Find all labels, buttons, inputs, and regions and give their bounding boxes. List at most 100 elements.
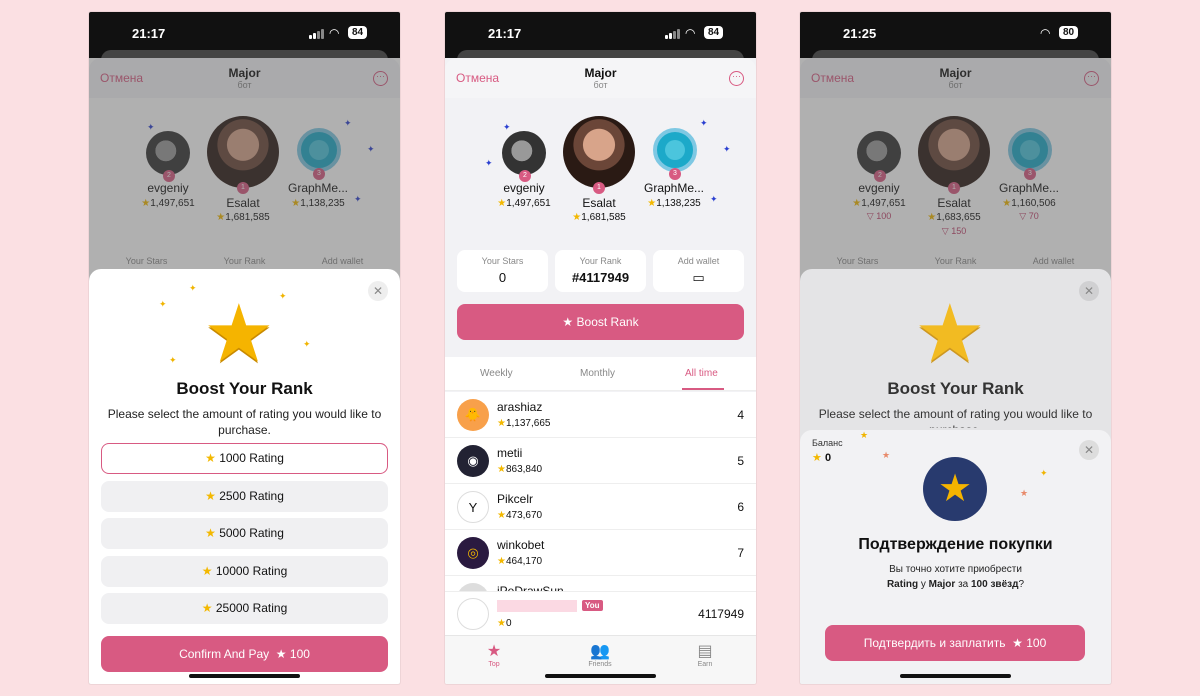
home-indicator: [545, 674, 656, 678]
tab-indicator: [682, 388, 724, 390]
boost-rank-button[interactable]: ★ Boost Rank: [457, 304, 744, 340]
tab-all-time[interactable]: All time: [685, 368, 718, 379]
close-icon[interactable]: ✕: [1079, 440, 1099, 460]
row-score: ★863,840: [497, 464, 543, 475]
nav-item-top[interactable]: ★ Top: [464, 641, 524, 668]
leaderboard-row[interactable]: 🐥 arashiaz ★1,137,665 4: [445, 392, 756, 438]
battery-badge: 84: [348, 26, 368, 39]
nav-subtitle: бот: [593, 80, 608, 90]
row-rank: 5: [737, 454, 744, 468]
sparkle-icon: ✦: [485, 158, 493, 168]
nav-title: Major: [584, 66, 617, 80]
sparkle-icon: ★: [882, 450, 891, 460]
boost-sheet: ✕ ✦ ✦ ✦ ✦ ✦ ★ Boost Your Rank Please sel…: [89, 269, 400, 684]
sparkle-icon: ✦: [503, 122, 511, 132]
status-time: 21:25: [843, 26, 877, 41]
star-icon: ★: [562, 315, 574, 329]
leaderboard-row[interactable]: ◎ winkobet ★464,170 7: [445, 530, 756, 576]
nav-bar: Отмена Major бот ···: [445, 58, 756, 98]
confirm-pay-button[interactable]: Confirm And Pay ★ 100: [101, 636, 388, 672]
balance-value: ★ 0: [812, 452, 832, 464]
leaderboard-row[interactable]: ◉ metii ★863,840 5: [445, 438, 756, 484]
star-icon: ★: [486, 643, 502, 660]
close-icon[interactable]: ✕: [1079, 281, 1099, 301]
confirm-purchase-sheet: Баланс ★ 0 ✕ ★ ★ ★ ✦ ★ Подтверждение пок…: [800, 430, 1111, 684]
row-score: ★464,170: [497, 556, 543, 567]
rating-option-25000[interactable]: ★ 25000 Rating: [101, 593, 388, 624]
rating-option-10000[interactable]: ★ 10000 Rating: [101, 556, 388, 587]
tab-weekly[interactable]: Weekly: [480, 368, 513, 379]
confirm-title: Подтверждение покупки: [858, 536, 1053, 553]
row-name: Pikcelr: [497, 492, 534, 506]
home-indicator: [189, 674, 300, 678]
wallet-icon: ▭: [692, 270, 705, 285]
rating-option-5000[interactable]: ★ 5000 Rating: [101, 518, 388, 549]
rank-badge-3: 3: [669, 168, 681, 180]
your-rank-card: Your Rank #4117949: [555, 250, 646, 292]
avatar: ◉: [457, 445, 489, 477]
star-coin-icon: ★: [923, 457, 987, 521]
home-indicator: [900, 674, 1011, 678]
sparkle-icon: ✦: [279, 291, 287, 301]
podium-score-3: ★1,138,235: [647, 198, 701, 209]
sparkle-icon: ★: [1020, 488, 1029, 498]
wifi-icon: ◠: [685, 26, 696, 40]
avatar-rank-3[interactable]: [653, 128, 697, 172]
sheet-description: Please select the amount of rating you w…: [107, 407, 382, 437]
sparkle-icon: ✦: [169, 355, 177, 365]
row-rank: 6: [737, 500, 744, 514]
avatar: Y: [457, 491, 489, 523]
nav-item-earn[interactable]: ▤ Earn: [675, 641, 735, 668]
balance-label: Баланс: [812, 438, 843, 448]
signal-icon: [309, 28, 325, 39]
status-time: 21:17: [132, 26, 166, 41]
row-rank: 7: [737, 546, 744, 560]
tab-monthly[interactable]: Monthly: [580, 368, 615, 379]
rating-option-1000[interactable]: ★ 1000 Rating: [101, 443, 388, 474]
row-score: ★473,670: [497, 510, 543, 521]
signal-icon: [665, 28, 681, 39]
rank-badge-1: 1: [593, 182, 605, 194]
avatar: [457, 598, 489, 630]
avatar-rank-1[interactable]: [563, 116, 635, 188]
battery-badge: 84: [704, 26, 724, 39]
sparkle-icon: ✦: [1040, 468, 1048, 478]
friends-icon: 👥: [590, 643, 610, 660]
stats-row: Your Stars 0 Your Rank #4117949 Add wallet…: [457, 250, 744, 292]
dim-overlay-nav: [89, 58, 400, 98]
sheet-title: Boost Your Rank: [176, 379, 313, 398]
sheet-title: Boost Your Rank: [887, 379, 1024, 398]
star-icon: ★: [203, 289, 275, 378]
period-tabs: Weekly Monthly All time: [445, 357, 756, 391]
more-icon[interactable]: ···: [729, 71, 744, 86]
sparkle-icon: ✦: [700, 118, 708, 128]
rating-option-2500[interactable]: ★ 2500 Rating: [101, 481, 388, 512]
row-rank: 4: [737, 408, 744, 422]
you-badge: You: [582, 600, 603, 611]
row-name: arashiaz: [497, 400, 543, 414]
add-wallet-card[interactable]: Add wallet ▭: [653, 250, 744, 292]
sparkle-icon: ✦: [710, 194, 718, 204]
confirm-text-line2: Rating у Major за 100 звёзд?: [886, 579, 1025, 590]
sparkle-icon: ✦: [189, 283, 197, 293]
sheet-description: Please select the amount of rating you w…: [818, 407, 1093, 428]
phone-screen-leaderboard: 21:17 ◠ 84 Отмена Major бот ··· 2 1 3 ev…: [445, 12, 756, 684]
podium: 2 1 3 evgeniy ★1,497,651 Esalat ★1,681,5…: [445, 98, 756, 268]
avatar-rank-2[interactable]: [502, 131, 546, 175]
star-icon: ★: [914, 289, 986, 378]
sparkle-icon: ✦: [159, 299, 167, 309]
confirm-text-line1: Вы точно хотите приобрести: [889, 564, 1022, 575]
close-icon[interactable]: ✕: [368, 281, 388, 301]
your-rank-row: You ★0 4117949: [445, 591, 756, 635]
sparkle-icon: ✦: [303, 339, 311, 349]
dim-overlay-nav: [800, 58, 1111, 98]
your-rank: 4117949: [698, 607, 744, 621]
row-score: ★1,137,665: [497, 418, 551, 429]
podium-name-3: GraphMe...: [643, 181, 705, 195]
confirm-and-pay-button[interactable]: Подтвердить и заплатить ★ 100: [825, 625, 1085, 661]
earn-icon: ▤: [697, 643, 713, 660]
phone-screen-boost: 21:17 ◠ 84 Отмена Major бот ··· 2 1 3 ev…: [89, 12, 400, 684]
leaderboard-row[interactable]: Y Pikcelr ★473,670 6: [445, 484, 756, 530]
wifi-icon: ◠: [1040, 26, 1051, 40]
nav-item-friends[interactable]: 👥 Friends: [570, 641, 630, 668]
